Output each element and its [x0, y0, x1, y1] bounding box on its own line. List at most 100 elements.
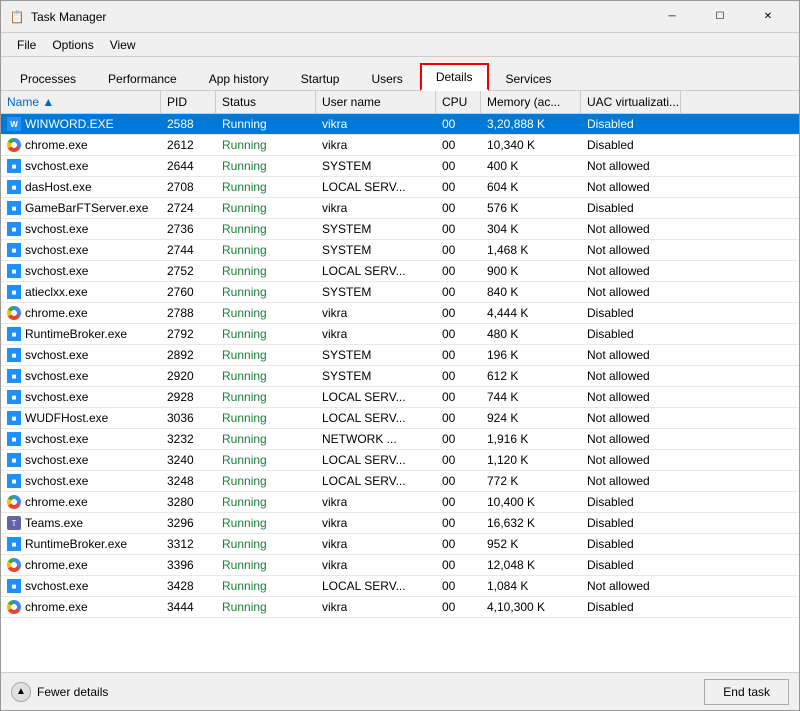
table-row[interactable]: chrome.exe 2788 Running vikra 00 4,444 K… — [1, 303, 799, 324]
col-user[interactable]: User name — [316, 91, 436, 113]
table-row[interactable]: ■ WUDFHost.exe 3036 Running LOCAL SERV..… — [1, 408, 799, 429]
cell-name: ■ RuntimeBroker.exe — [1, 534, 161, 554]
cell-cpu: 00 — [436, 324, 481, 344]
col-cpu[interactable]: CPU — [436, 91, 481, 113]
table-body[interactable]: W WINWORD.EXE 2588 Running vikra 00 3,20… — [1, 114, 799, 672]
tab-startup[interactable]: Startup — [286, 66, 355, 91]
cell-cpu: 00 — [436, 492, 481, 512]
table-row[interactable]: ■ svchost.exe 2736 Running SYSTEM 00 304… — [1, 219, 799, 240]
cell-status: Running — [216, 471, 316, 491]
cell-user: vikra — [316, 324, 436, 344]
process-name: svchost.exe — [25, 222, 88, 236]
cell-pid: 2744 — [161, 240, 216, 260]
col-uac[interactable]: UAC virtualizati... — [581, 91, 681, 113]
col-status[interactable]: Status — [216, 91, 316, 113]
tab-users[interactable]: Users — [356, 66, 417, 91]
table-row[interactable]: ■ atieclxx.exe 2760 Running SYSTEM 00 84… — [1, 282, 799, 303]
process-name: chrome.exe — [25, 138, 88, 152]
menu-view[interactable]: View — [102, 36, 144, 54]
end-task-button[interactable]: End task — [704, 679, 789, 705]
process-name: svchost.exe — [25, 159, 88, 173]
process-icon: ■ — [7, 180, 21, 194]
table-row[interactable]: W WINWORD.EXE 2588 Running vikra 00 3,20… — [1, 114, 799, 135]
process-table: Name ▲ PID Status User name CPU Memory (… — [1, 91, 799, 672]
cell-pid: 3444 — [161, 597, 216, 617]
tab-details[interactable]: Details — [420, 63, 489, 91]
table-row[interactable]: ■ svchost.exe 2920 Running SYSTEM 00 612… — [1, 366, 799, 387]
close-button[interactable]: ✕ — [745, 7, 791, 27]
process-name: WUDFHost.exe — [25, 411, 108, 425]
tab-app-history[interactable]: App history — [194, 66, 284, 91]
cell-name: ■ svchost.exe — [1, 576, 161, 596]
fewer-details-label: Fewer details — [37, 685, 108, 699]
cell-uac: Not allowed — [581, 282, 681, 302]
col-memory[interactable]: Memory (ac... — [481, 91, 581, 113]
table-row[interactable]: ■ dasHost.exe 2708 Running LOCAL SERV...… — [1, 177, 799, 198]
process-name: svchost.exe — [25, 369, 88, 383]
table-row[interactable]: chrome.exe 2612 Running vikra 00 10,340 … — [1, 135, 799, 156]
table-row[interactable]: ■ svchost.exe 2644 Running SYSTEM 00 400… — [1, 156, 799, 177]
tab-services[interactable]: Services — [491, 66, 567, 91]
col-name[interactable]: Name ▲ — [1, 91, 161, 113]
menu-options[interactable]: Options — [44, 36, 101, 54]
cell-pid: 2928 — [161, 387, 216, 407]
cell-memory: 4,10,300 K — [481, 597, 581, 617]
table-row[interactable]: ■ svchost.exe 2892 Running SYSTEM 00 196… — [1, 345, 799, 366]
table-row[interactable]: ■ svchost.exe 2744 Running SYSTEM 00 1,4… — [1, 240, 799, 261]
process-name: chrome.exe — [25, 558, 88, 572]
cell-uac: Disabled — [581, 198, 681, 218]
cell-cpu: 00 — [436, 366, 481, 386]
table-row[interactable]: ■ GameBarFTServer.exe 2724 Running vikra… — [1, 198, 799, 219]
cell-cpu: 00 — [436, 387, 481, 407]
tab-processes[interactable]: Processes — [5, 66, 91, 91]
table-row[interactable]: ■ RuntimeBroker.exe 3312 Running vikra 0… — [1, 534, 799, 555]
cell-status: Running — [216, 513, 316, 533]
cell-status: Running — [216, 429, 316, 449]
cell-name: ■ GameBarFTServer.exe — [1, 198, 161, 218]
cell-user: SYSTEM — [316, 240, 436, 260]
cell-cpu: 00 — [436, 261, 481, 281]
process-name: GameBarFTServer.exe — [25, 201, 148, 215]
table-row[interactable]: ■ svchost.exe 2928 Running LOCAL SERV...… — [1, 387, 799, 408]
cell-name: ■ svchost.exe — [1, 429, 161, 449]
cell-user: vikra — [316, 597, 436, 617]
table-row[interactable]: chrome.exe 3444 Running vikra 00 4,10,30… — [1, 597, 799, 618]
table-row[interactable]: ■ svchost.exe 3248 Running LOCAL SERV...… — [1, 471, 799, 492]
cell-memory: 1,084 K — [481, 576, 581, 596]
cell-pid: 3396 — [161, 555, 216, 575]
minimize-button[interactable]: ─ — [649, 7, 695, 27]
col-pid[interactable]: PID — [161, 91, 216, 113]
process-icon: ■ — [7, 243, 21, 257]
table-row[interactable]: ■ svchost.exe 3240 Running LOCAL SERV...… — [1, 450, 799, 471]
table-row[interactable]: ■ RuntimeBroker.exe 2792 Running vikra 0… — [1, 324, 799, 345]
cell-memory: 772 K — [481, 471, 581, 491]
table-row[interactable]: chrome.exe 3396 Running vikra 00 12,048 … — [1, 555, 799, 576]
cell-uac: Not allowed — [581, 429, 681, 449]
table-row[interactable]: chrome.exe 3280 Running vikra 00 10,400 … — [1, 492, 799, 513]
cell-uac: Not allowed — [581, 471, 681, 491]
cell-uac: Not allowed — [581, 177, 681, 197]
table-row[interactable]: ■ svchost.exe 3232 Running NETWORK ... 0… — [1, 429, 799, 450]
cell-cpu: 00 — [436, 345, 481, 365]
fewer-details-button[interactable]: ▲ Fewer details — [11, 682, 108, 702]
cell-pid: 3428 — [161, 576, 216, 596]
cell-uac: Not allowed — [581, 387, 681, 407]
window-title: Task Manager — [31, 10, 106, 24]
table-row[interactable]: ■ svchost.exe 3428 Running LOCAL SERV...… — [1, 576, 799, 597]
maximize-button[interactable]: ☐ — [697, 7, 743, 27]
chrome-icon — [7, 306, 21, 320]
cell-name: W WINWORD.EXE — [1, 114, 161, 134]
cell-name: ■ RuntimeBroker.exe — [1, 324, 161, 344]
process-icon: ■ — [7, 453, 21, 467]
cell-pid: 2588 — [161, 114, 216, 134]
cell-cpu: 00 — [436, 303, 481, 323]
cell-uac: Not allowed — [581, 576, 681, 596]
menu-file[interactable]: File — [9, 36, 44, 54]
table-row[interactable]: ■ svchost.exe 2752 Running LOCAL SERV...… — [1, 261, 799, 282]
cell-cpu: 00 — [436, 135, 481, 155]
tab-performance[interactable]: Performance — [93, 66, 192, 91]
table-row[interactable]: T Teams.exe 3296 Running vikra 00 16,632… — [1, 513, 799, 534]
cell-pid: 2644 — [161, 156, 216, 176]
cell-status: Running — [216, 387, 316, 407]
cell-memory: 744 K — [481, 387, 581, 407]
